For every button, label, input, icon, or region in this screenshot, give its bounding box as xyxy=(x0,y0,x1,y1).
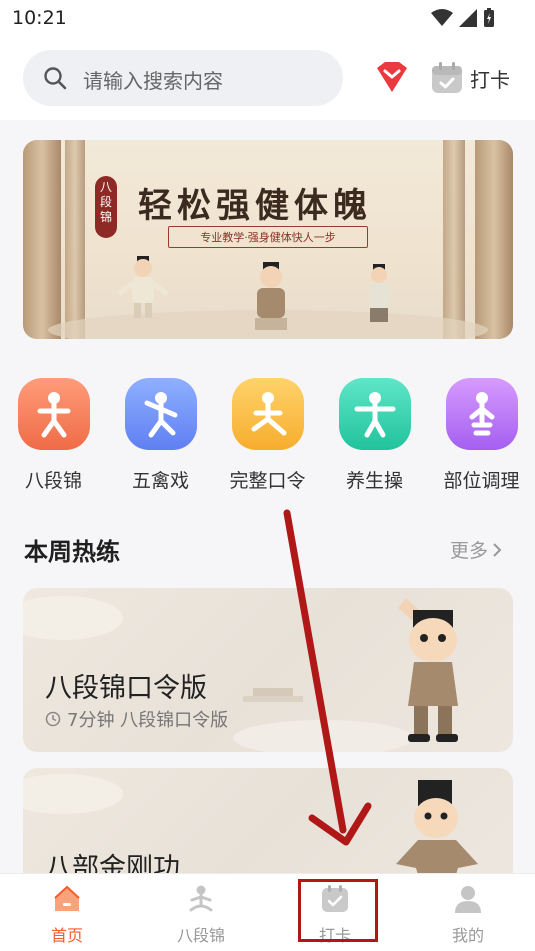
battery-icon xyxy=(484,8,494,27)
category-row: 八段锦 五禽戏 完整口令 养生操 部位调理 xyxy=(0,372,535,502)
card-meta: 7分钟 八段锦口令版 xyxy=(45,706,228,732)
calendar-check-icon xyxy=(432,62,462,93)
card-meta-text: 7分钟 八段锦口令版 xyxy=(67,710,229,731)
more-label: 更多 xyxy=(450,540,489,562)
chevron-right-icon xyxy=(493,542,502,557)
category-baduanjin[interactable]: 八段锦 xyxy=(6,372,101,493)
banner-figures-illustration xyxy=(48,256,488,339)
status-bar: 10:21 xyxy=(0,0,535,38)
status-time: 10:21 xyxy=(12,7,67,29)
section-title: 本周热练 xyxy=(24,538,120,566)
search-icon xyxy=(44,67,67,90)
nav-item-home[interactable]: 首页 xyxy=(27,884,107,946)
workout-card[interactable]: 八段锦口令版 7分钟 八段锦口令版 xyxy=(23,588,513,752)
annotation-highlight-box xyxy=(298,879,378,942)
status-icons xyxy=(431,8,495,28)
card-title: 八段锦口令版 xyxy=(45,673,207,704)
category-health-exercise[interactable]: 养生操 xyxy=(327,372,422,493)
category-label: 部位调理 xyxy=(443,470,520,492)
app-header: 请输入搜索内容 打卡 xyxy=(0,38,535,120)
nav-label: 我的 xyxy=(451,926,484,945)
category-label: 完整口令 xyxy=(229,470,306,492)
more-link[interactable]: 更多 xyxy=(450,536,502,563)
checkin-button[interactable]: 打卡 xyxy=(430,58,510,98)
wifi-icon xyxy=(431,9,453,26)
nav-item-profile[interactable]: 我的 xyxy=(428,884,508,946)
health-exercise-pose-icon xyxy=(338,378,411,450)
nav-label: 首页 xyxy=(50,926,83,945)
nav-label: 八段锦 xyxy=(176,926,225,945)
character-illustration xyxy=(398,598,458,742)
full-command-pose-icon xyxy=(231,378,304,450)
checkin-label: 打卡 xyxy=(470,67,510,92)
search-placeholder: 请输入搜索内容 xyxy=(83,69,223,93)
character-illustration xyxy=(396,780,478,888)
workout-card[interactable]: 八部金刚功 xyxy=(23,768,513,888)
meditation-icon xyxy=(189,885,213,912)
signal-icon xyxy=(459,9,477,27)
category-full-command[interactable]: 完整口令 xyxy=(220,372,315,493)
user-icon xyxy=(455,886,481,913)
search-input[interactable]: 请输入搜索内容 xyxy=(23,50,343,106)
category-label: 养生操 xyxy=(345,470,403,492)
clock-icon xyxy=(45,711,61,727)
promo-banner[interactable]: 八段锦 轻松强健体魄 专业教学·强身健体快人一步 xyxy=(23,140,513,339)
body-part-pose-icon xyxy=(445,378,518,450)
vip-diamond-icon[interactable] xyxy=(373,60,411,94)
home-icon xyxy=(54,885,80,911)
baduanjin-pose-icon xyxy=(17,378,90,450)
category-body-part[interactable]: 部位调理 xyxy=(434,372,529,493)
wuqinxi-pose-icon xyxy=(124,378,197,450)
nav-item-baduanjin[interactable]: 八段锦 xyxy=(161,884,241,946)
category-label: 八段锦 xyxy=(24,470,82,492)
category-label: 五禽戏 xyxy=(131,470,189,492)
bottom-nav: 首页 八段锦 打卡 我的 xyxy=(0,873,535,951)
category-wuqinxi[interactable]: 五禽戏 xyxy=(113,372,208,493)
